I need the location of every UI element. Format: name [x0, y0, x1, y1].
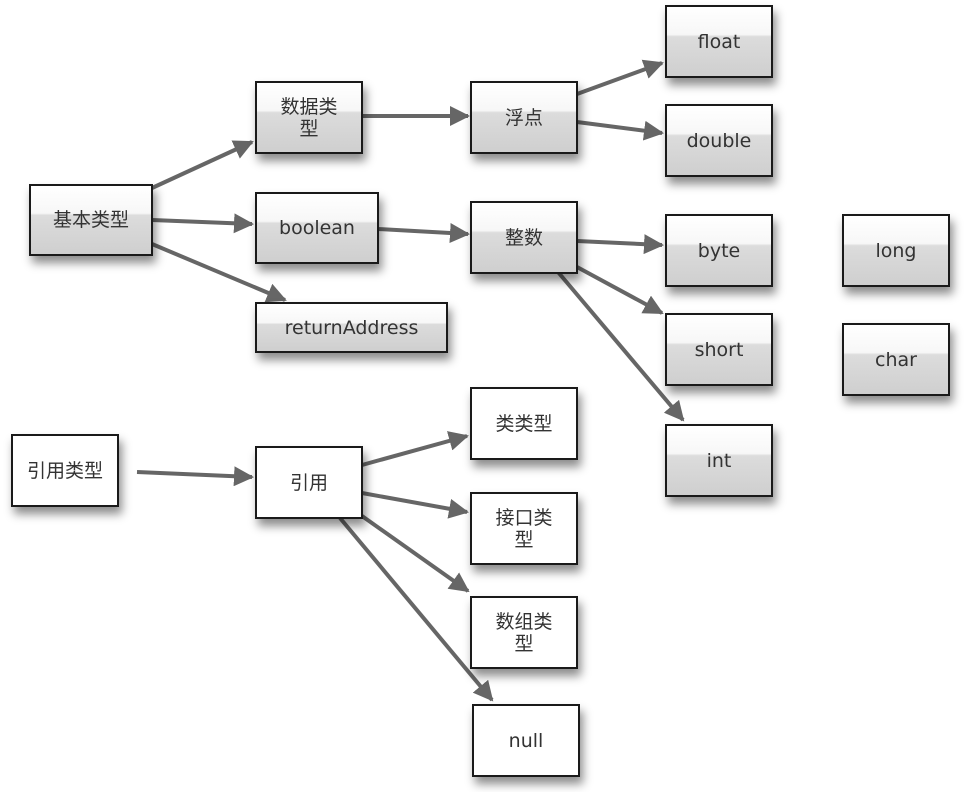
node-interface-type: 接口类 型 [470, 492, 578, 565]
node-label: 引用类型 [26, 459, 103, 482]
node-reference-type: 引用类型 [11, 434, 119, 507]
edge-reference-interface [361, 491, 469, 519]
node-label: double [686, 129, 752, 152]
edge-floating-float [576, 59, 664, 96]
node-double: double [665, 104, 773, 177]
node-label: int [706, 449, 732, 472]
node-label: 整数 [504, 226, 543, 249]
node-floating-point: 浮点 [470, 81, 578, 154]
node-numeric-type: 数据类 型 [255, 81, 363, 154]
node-reference: 引用 [255, 446, 363, 519]
edge-reference-array [360, 514, 470, 593]
node-integer: 整数 [470, 201, 578, 274]
edge-reference-class [361, 431, 469, 467]
node-label: 数组类 型 [495, 610, 553, 655]
node-label: boolean [279, 217, 355, 239]
node-label: byte [697, 239, 741, 262]
node-char: char [842, 323, 950, 396]
edge-primitive-numeric [151, 140, 254, 190]
node-return-address: returnAddress [255, 302, 448, 353]
node-label: 接口类 型 [495, 506, 553, 551]
edge-primitive-boolean [151, 213, 254, 234]
node-label: null [508, 729, 544, 752]
node-label: char [875, 348, 917, 371]
node-label: 引用 [289, 471, 328, 494]
edge-floating-double [576, 120, 664, 141]
node-int: int [665, 424, 773, 497]
edge-boolean-integer [377, 223, 470, 243]
node-label: 基本类型 [52, 209, 129, 231]
node-label: 浮点 [504, 106, 543, 129]
node-long: long [842, 214, 950, 287]
node-boolean: boolean [255, 192, 379, 264]
node-byte: byte [665, 214, 773, 287]
edge-reftype-reference [136, 466, 254, 487]
node-short: short [665, 313, 773, 386]
java-type-diagram: 基本类型 数据类 型 boolean returnAddress 浮点 整数 f… [0, 0, 966, 792]
node-label: 数据类 型 [280, 95, 338, 140]
node-label: float [697, 30, 741, 53]
node-null: null [472, 704, 580, 777]
node-label: returnAddress [284, 316, 419, 339]
node-primitive-type: 基本类型 [29, 184, 153, 256]
node-array-type: 数组类 型 [470, 596, 578, 669]
edge-integer-byte [576, 234, 664, 255]
node-float: float [665, 5, 773, 78]
node-label: 类类型 [495, 412, 553, 435]
node-label: long [875, 239, 917, 262]
edge-integer-short [576, 265, 664, 315]
node-label: short [694, 338, 744, 361]
node-class-type: 类类型 [470, 387, 578, 460]
